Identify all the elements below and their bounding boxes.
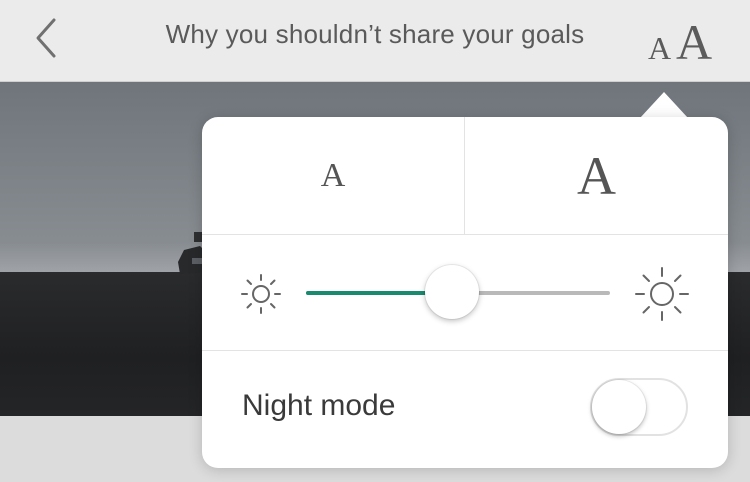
reader-settings-popover: A A Night mode (202, 117, 728, 468)
decrease-font-size-button[interactable]: A (202, 117, 465, 234)
text-size-large-glyph: A (676, 14, 713, 70)
font-size-row: A A (202, 117, 728, 235)
increase-font-size-button[interactable]: A (465, 117, 728, 234)
sun-large-icon (635, 267, 689, 321)
article-title: Why you shouldn’t share your goals (165, 19, 585, 49)
brightness-slider[interactable] (306, 265, 610, 319)
sun-small-icon (241, 274, 281, 314)
brightness-slider-thumb[interactable] (424, 265, 479, 319)
top-bar: Why you shouldn’t share your goals A A (0, 0, 750, 82)
popover-arrow (640, 92, 688, 118)
night-mode-toggle[interactable] (590, 378, 688, 436)
night-mode-row: Night mode (202, 351, 728, 468)
text-size-button[interactable]: A A (642, 10, 722, 70)
chevron-left-icon (36, 18, 56, 58)
back-button[interactable] (26, 14, 70, 62)
night-mode-toggle-knob (592, 380, 646, 434)
night-mode-label: Night mode (242, 389, 396, 422)
brightness-row (202, 235, 728, 351)
text-size-small-glyph: A (648, 30, 672, 66)
